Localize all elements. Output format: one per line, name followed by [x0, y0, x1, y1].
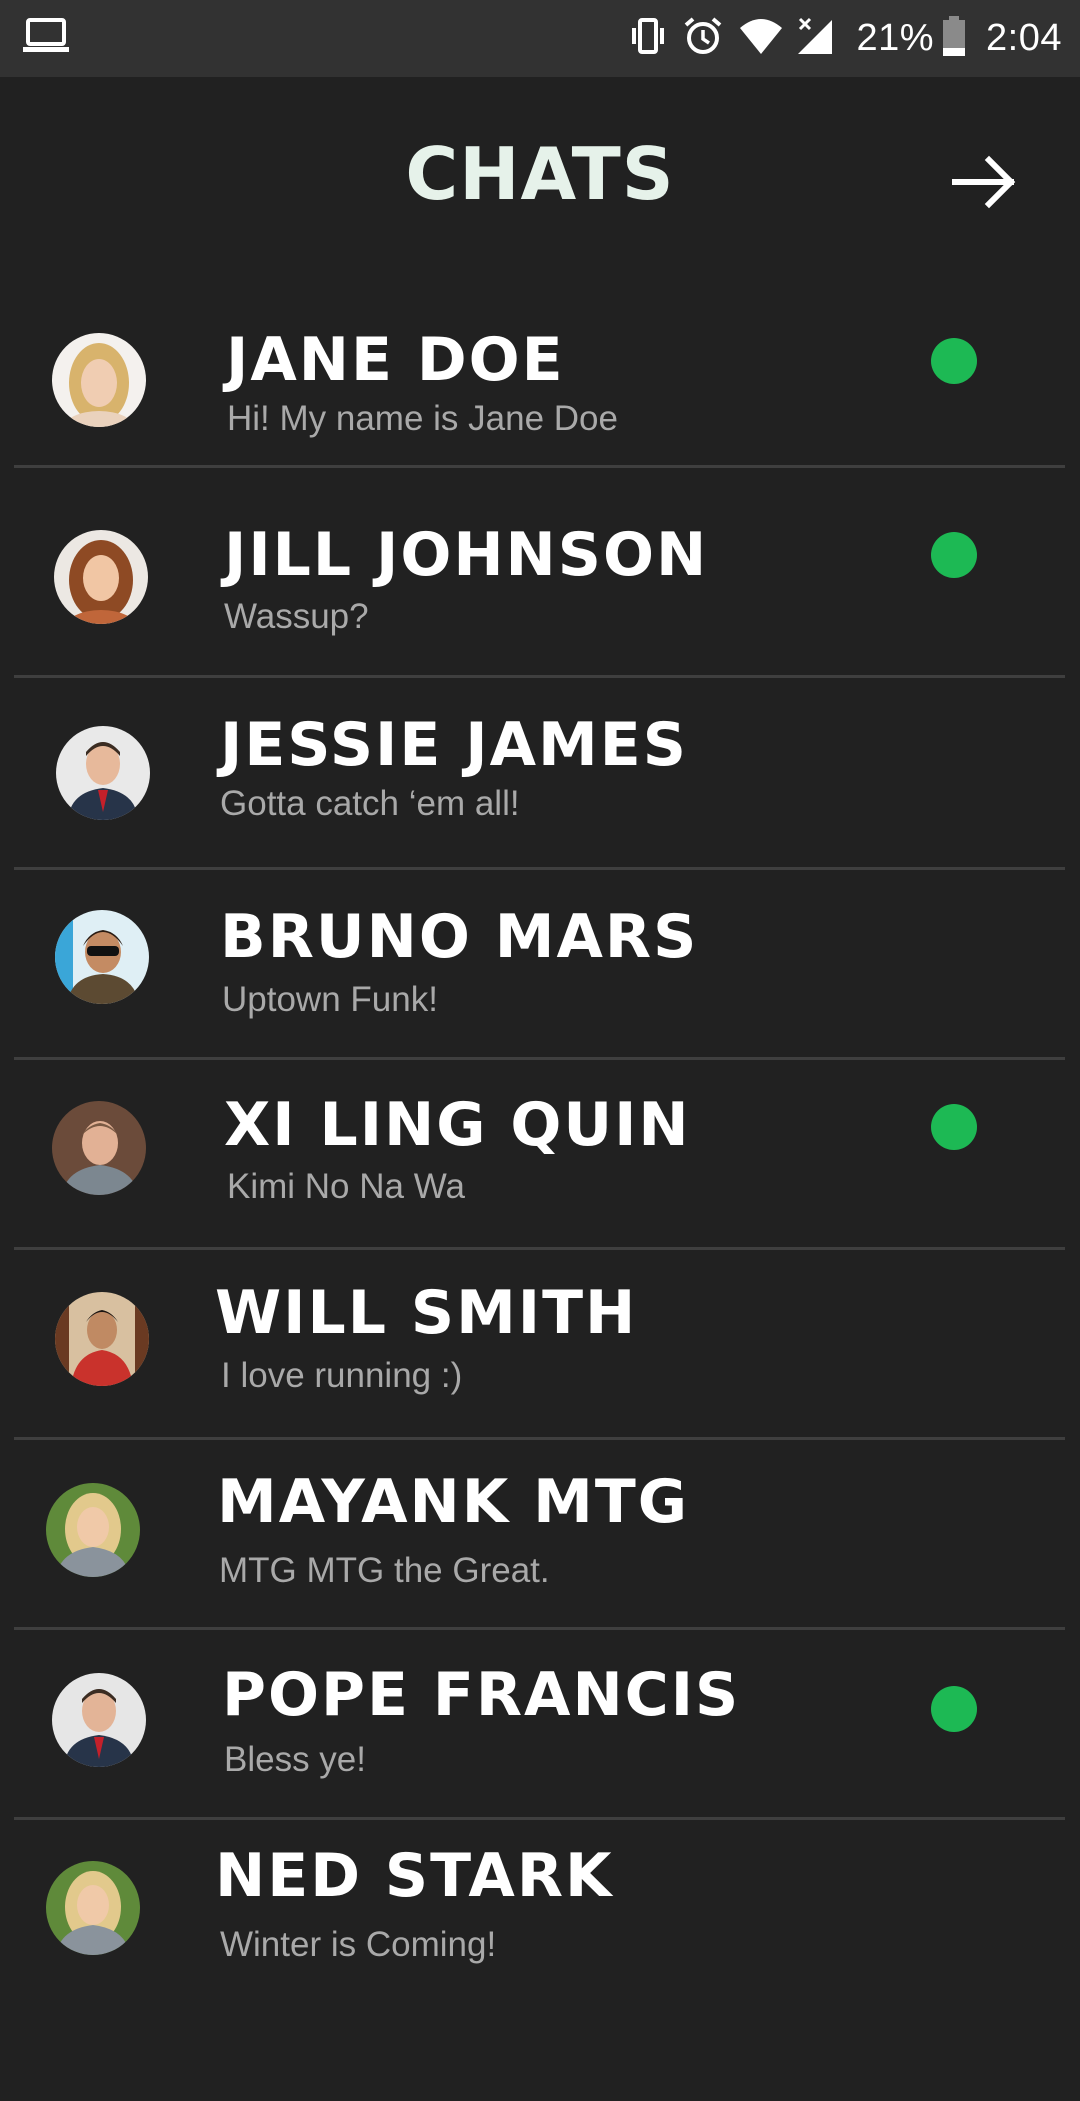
avatar [46, 1861, 140, 1955]
avatar [55, 1292, 149, 1386]
chat-row-mayank-mtg[interactable]: MAYANK MTG MTG MTG the Great. [14, 1440, 1065, 1630]
wifi-icon [738, 16, 784, 60]
avatar [52, 1101, 146, 1195]
contact-name: WILL SMITH [215, 1278, 638, 1348]
message-preview: I love running :) [221, 1356, 463, 1395]
arrow-right-icon [945, 155, 1025, 226]
message-preview: Bless ye! [224, 1740, 366, 1779]
avatar [46, 1483, 140, 1577]
status-icons: 21% 2:04 [628, 10, 1062, 66]
online-status-dot [931, 532, 977, 578]
next-button[interactable] [945, 142, 1025, 222]
message-preview: Wassup? [224, 597, 369, 636]
contact-name: BRUNO MARS [220, 902, 699, 972]
chat-row-jill-johnson[interactable]: JILL JOHNSON Wassup? [14, 468, 1065, 678]
signal-icon [796, 16, 836, 60]
message-preview: Hi! My name is Jane Doe [227, 399, 618, 438]
avatar [55, 910, 149, 1004]
contact-name: JANE DOE [226, 325, 565, 395]
contact-name: MAYANK MTG [217, 1467, 690, 1537]
battery-icon [942, 15, 966, 61]
contact-name: POPE FRANCIS [222, 1660, 741, 1730]
page-title: CHATS [405, 132, 675, 216]
avatar [52, 333, 146, 427]
avatar [54, 530, 148, 624]
contact-name: NED STARK [215, 1841, 614, 1911]
message-preview: Kimi No Na Wa [227, 1167, 465, 1206]
avatar [52, 1673, 146, 1767]
chat-row-will-smith[interactable]: WILL SMITH I love running :) [14, 1250, 1065, 1440]
clock: 2:04 [986, 16, 1062, 59]
vibrate-icon [628, 16, 668, 60]
status-bar: 21% 2:04 [0, 0, 1080, 77]
contact-name: XI LING QUIN [224, 1090, 691, 1160]
alarm-icon [682, 15, 724, 61]
chat-row-jessie-james[interactable]: JESSIE JAMES Gotta catch ‘em all! [14, 678, 1065, 870]
laptop-icon [22, 16, 70, 56]
online-status-dot [931, 1104, 977, 1150]
message-preview: Winter is Coming! [220, 1925, 497, 1964]
contact-name: JILL JOHNSON [224, 520, 709, 590]
chat-row-pope-francis[interactable]: POPE FRANCIS Bless ye! [14, 1630, 1065, 1820]
chat-row-jane-doe[interactable]: JANE DOE Hi! My name is Jane Doe [14, 277, 1065, 468]
chat-row-bruno-mars[interactable]: BRUNO MARS Uptown Funk! [14, 870, 1065, 1060]
header: CHATS [0, 77, 1080, 277]
battery-percent: 21% [856, 16, 935, 59]
message-preview: Gotta catch ‘em all! [220, 784, 520, 823]
online-status-dot [931, 1686, 977, 1732]
contact-name: JESSIE JAMES [220, 710, 688, 780]
chat-row-ned-stark[interactable]: NED STARK Winter is Coming! [14, 1820, 1065, 2020]
message-preview: Uptown Funk! [222, 980, 438, 1019]
avatar [56, 726, 150, 820]
message-preview: MTG MTG the Great. [219, 1551, 550, 1590]
online-status-dot [931, 338, 977, 384]
chat-row-xi-ling-quin[interactable]: XI LING QUIN Kimi No Na Wa [14, 1060, 1065, 1250]
